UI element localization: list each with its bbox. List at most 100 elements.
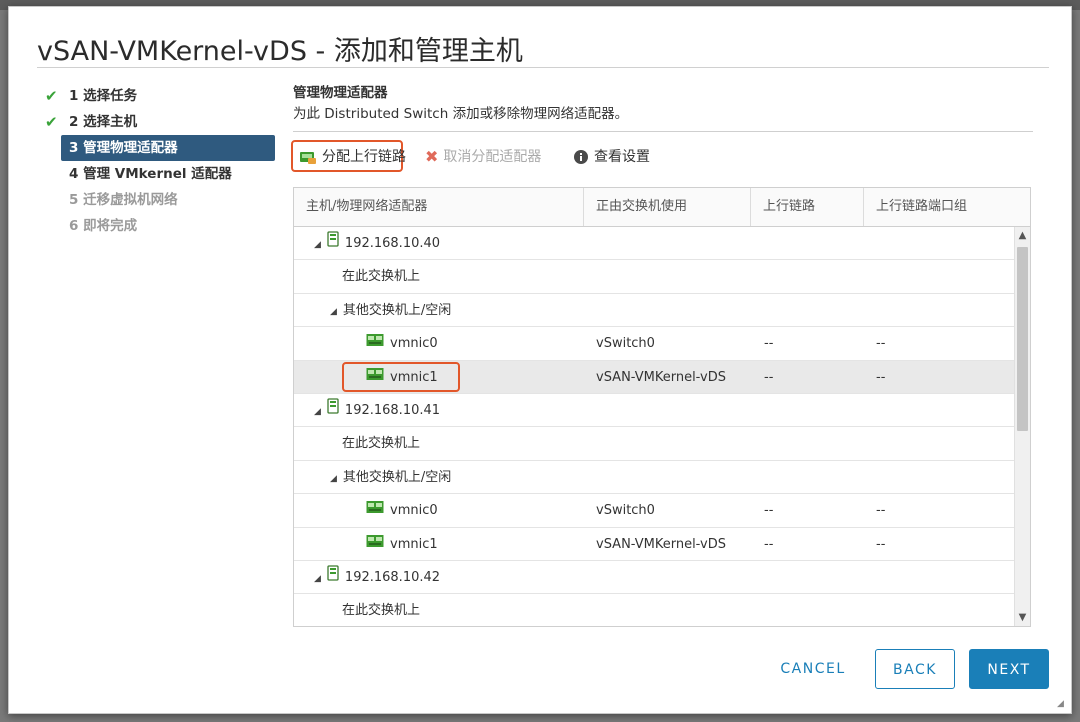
group-row[interactable]: 在此交换机上 — [294, 427, 1014, 461]
expand-toggle-icon[interactable]: ◢ — [330, 296, 337, 329]
group-row[interactable]: 在此交换机上 — [294, 594, 1014, 626]
column-header-switch[interactable]: 正由交换机使用 — [584, 188, 751, 226]
adapter-row[interactable]: vmnic1 vSAN-VMKernel-vDS -- -- — [294, 528, 1014, 561]
step-label: 5 迁移虚拟机网络 — [69, 192, 178, 208]
expand-toggle-icon[interactable]: ◢ — [314, 396, 321, 429]
step-label: 6 即将完成 — [69, 218, 138, 234]
step-migrate-vm-networking: 5 迁移虚拟机网络 — [39, 187, 275, 213]
checkmark-icon: ✔ — [45, 87, 58, 105]
step-manage-vmkernel-adapters[interactable]: 4 管理 VMkernel 适配器 — [39, 161, 275, 187]
cell-switch: vSwitch0 — [596, 336, 655, 352]
row-name: vmnic0 — [390, 503, 438, 519]
expand-toggle-icon[interactable]: ◢ — [330, 463, 337, 496]
view-settings-label: 查看设置 — [594, 149, 650, 165]
group-row[interactable]: ◢ 其他交换机上/空闲 — [294, 461, 1014, 495]
row-name: 其他交换机上/空闲 — [342, 302, 452, 318]
cell-portgroup: -- — [876, 336, 886, 352]
unassign-adapter-label: 取消分配适配器 — [443, 149, 542, 165]
column-header-uplink-portgroup[interactable]: 上行链路端口组 — [864, 188, 1030, 226]
cell-uplink: -- — [764, 336, 774, 352]
scroll-down-icon[interactable]: ▼ — [1015, 610, 1030, 626]
main-content: 管理物理适配器 为此 Distributed Switch 添加或移除物理网络适… — [291, 83, 1033, 627]
view-settings-button[interactable]: 查看设置 — [573, 144, 650, 170]
group-row[interactable]: ◢ 其他交换机上/空闲 — [294, 294, 1014, 328]
add-manage-hosts-dialog: vSAN-VMKernel-vDS - 添加和管理主机 ✔ 1 选择任务 ✔ 2… — [8, 6, 1072, 714]
grid-body: ◢ 192.168.10.40 在此交换机上 ◢ 其他交换机上/空闲 vmnic0 vSwi… — [294, 227, 1014, 626]
info-icon — [573, 149, 589, 165]
grid-scrollbar[interactable]: ▲ ▼ — [1014, 227, 1030, 626]
cell-adapter: ◢ 其他交换机上/空闲 — [330, 461, 451, 494]
next-button[interactable]: NEXT — [969, 649, 1049, 689]
host-row[interactable]: ◢ 192.168.10.42 — [294, 561, 1014, 595]
group-row[interactable]: 在此交换机上 — [294, 260, 1014, 294]
row-name: 192.168.10.41 — [344, 402, 441, 418]
column-header-uplink[interactable]: 上行链路 — [751, 188, 864, 226]
row-name: vmnic0 — [390, 336, 438, 352]
row-name: vmnic1 — [390, 536, 438, 552]
cell-adapter: ◢ 192.168.10.40 — [314, 227, 440, 260]
cell-switch: vSAN-VMKernel-vDS — [596, 536, 726, 552]
back-button[interactable]: BACK — [875, 649, 955, 689]
row-name: 其他交换机上/空闲 — [342, 469, 452, 485]
section-divider — [293, 131, 1033, 132]
row-name: 在此交换机上 — [342, 603, 421, 619]
server-host-icon — [327, 394, 339, 427]
cell-adapter: vmnic0 — [366, 494, 438, 527]
section-description: 为此 Distributed Switch 添加或移除物理网络适配器。 — [293, 106, 629, 122]
cell-adapter: 在此交换机上 — [342, 260, 420, 293]
server-host-icon — [327, 227, 339, 260]
assign-uplink-button[interactable]: 分配上行链路 — [299, 144, 406, 170]
network-adapter-plus-icon — [299, 149, 317, 165]
cell-uplink: -- — [764, 369, 774, 385]
host-row[interactable]: ◢ 192.168.10.41 — [294, 394, 1014, 428]
cell-adapter: ◢ 其他交换机上/空闲 — [330, 294, 451, 327]
cell-adapter: vmnic0 — [366, 327, 438, 360]
adapter-row[interactable]: vmnic0 vSwitch0 -- -- — [294, 494, 1014, 528]
grid-header: 主机/物理网络适配器 正由交换机使用 上行链路 上行链路端口组 — [294, 188, 1030, 227]
wizard-steps: ✔ 1 选择任务 ✔ 2 选择主机 3 管理物理适配器 4 管理 VMkerne… — [39, 83, 275, 239]
assign-uplink-label: 分配上行链路 — [322, 149, 406, 165]
vmnic1-highlight — [342, 361, 460, 392]
scroll-thumb[interactable] — [1017, 247, 1028, 431]
resize-grip-icon[interactable]: ◢ — [1057, 699, 1067, 709]
expand-toggle-icon[interactable]: ◢ — [314, 229, 321, 262]
cell-adapter: ◢ 192.168.10.41 — [314, 394, 440, 427]
cell-portgroup: -- — [876, 503, 886, 519]
server-host-icon — [327, 561, 339, 594]
step-label: 4 管理 VMkernel 适配器 — [69, 166, 232, 182]
cell-switch: vSwitch0 — [596, 503, 655, 519]
adapters-grid: 主机/物理网络适配器 正由交换机使用 上行链路 上行链路端口组 ◢ 192.168… — [293, 187, 1031, 627]
column-header-adapter[interactable]: 主机/物理网络适配器 — [294, 188, 584, 226]
scroll-up-icon[interactable]: ▲ — [1015, 228, 1030, 244]
toolbar: 分配上行链路 ✖ 取消分配适配器 查看设置 — [291, 140, 1033, 172]
step-select-hosts[interactable]: ✔ 2 选择主机 — [39, 109, 275, 135]
cell-uplink: -- — [764, 503, 774, 519]
step-select-task[interactable]: ✔ 1 选择任务 — [39, 83, 275, 109]
checkmark-icon: ✔ — [45, 113, 58, 131]
cell-adapter: 在此交换机上 — [342, 427, 420, 460]
network-card-icon — [366, 528, 384, 561]
network-card-icon — [366, 494, 384, 527]
step-manage-physical-adapters[interactable]: 3 管理物理适配器 — [61, 135, 275, 161]
expand-toggle-icon[interactable]: ◢ — [314, 563, 321, 596]
step-label: 1 选择任务 — [69, 88, 138, 104]
cell-portgroup: -- — [876, 369, 886, 385]
row-name: 192.168.10.40 — [344, 236, 441, 251]
adapter-row[interactable]: vmnic0 vSwitch0 -- -- — [294, 327, 1014, 361]
step-ready-to-complete: 6 即将完成 — [39, 213, 275, 239]
cell-adapter: ◢ 192.168.10.42 — [314, 561, 440, 594]
title-divider — [37, 67, 1049, 68]
cell-uplink: -- — [764, 536, 774, 552]
red-x-icon: ✖ — [425, 147, 439, 166]
cell-adapter: vmnic1 — [366, 528, 438, 561]
host-row[interactable]: ◢ 192.168.10.40 — [294, 227, 1014, 261]
row-name: 在此交换机上 — [342, 269, 421, 285]
row-name: 在此交换机上 — [342, 436, 421, 452]
cancel-button[interactable]: CANCEL — [771, 649, 855, 689]
unassign-adapter-button[interactable]: ✖ 取消分配适配器 — [425, 144, 541, 170]
step-label: 2 选择主机 — [69, 114, 138, 130]
cell-portgroup: -- — [876, 536, 886, 552]
adapter-row[interactable]: vmnic1 vSAN-VMKernel-vDS -- -- — [294, 360, 1014, 394]
cell-adapter: 在此交换机上 — [342, 594, 421, 626]
step-label: 3 管理物理适配器 — [69, 140, 178, 156]
